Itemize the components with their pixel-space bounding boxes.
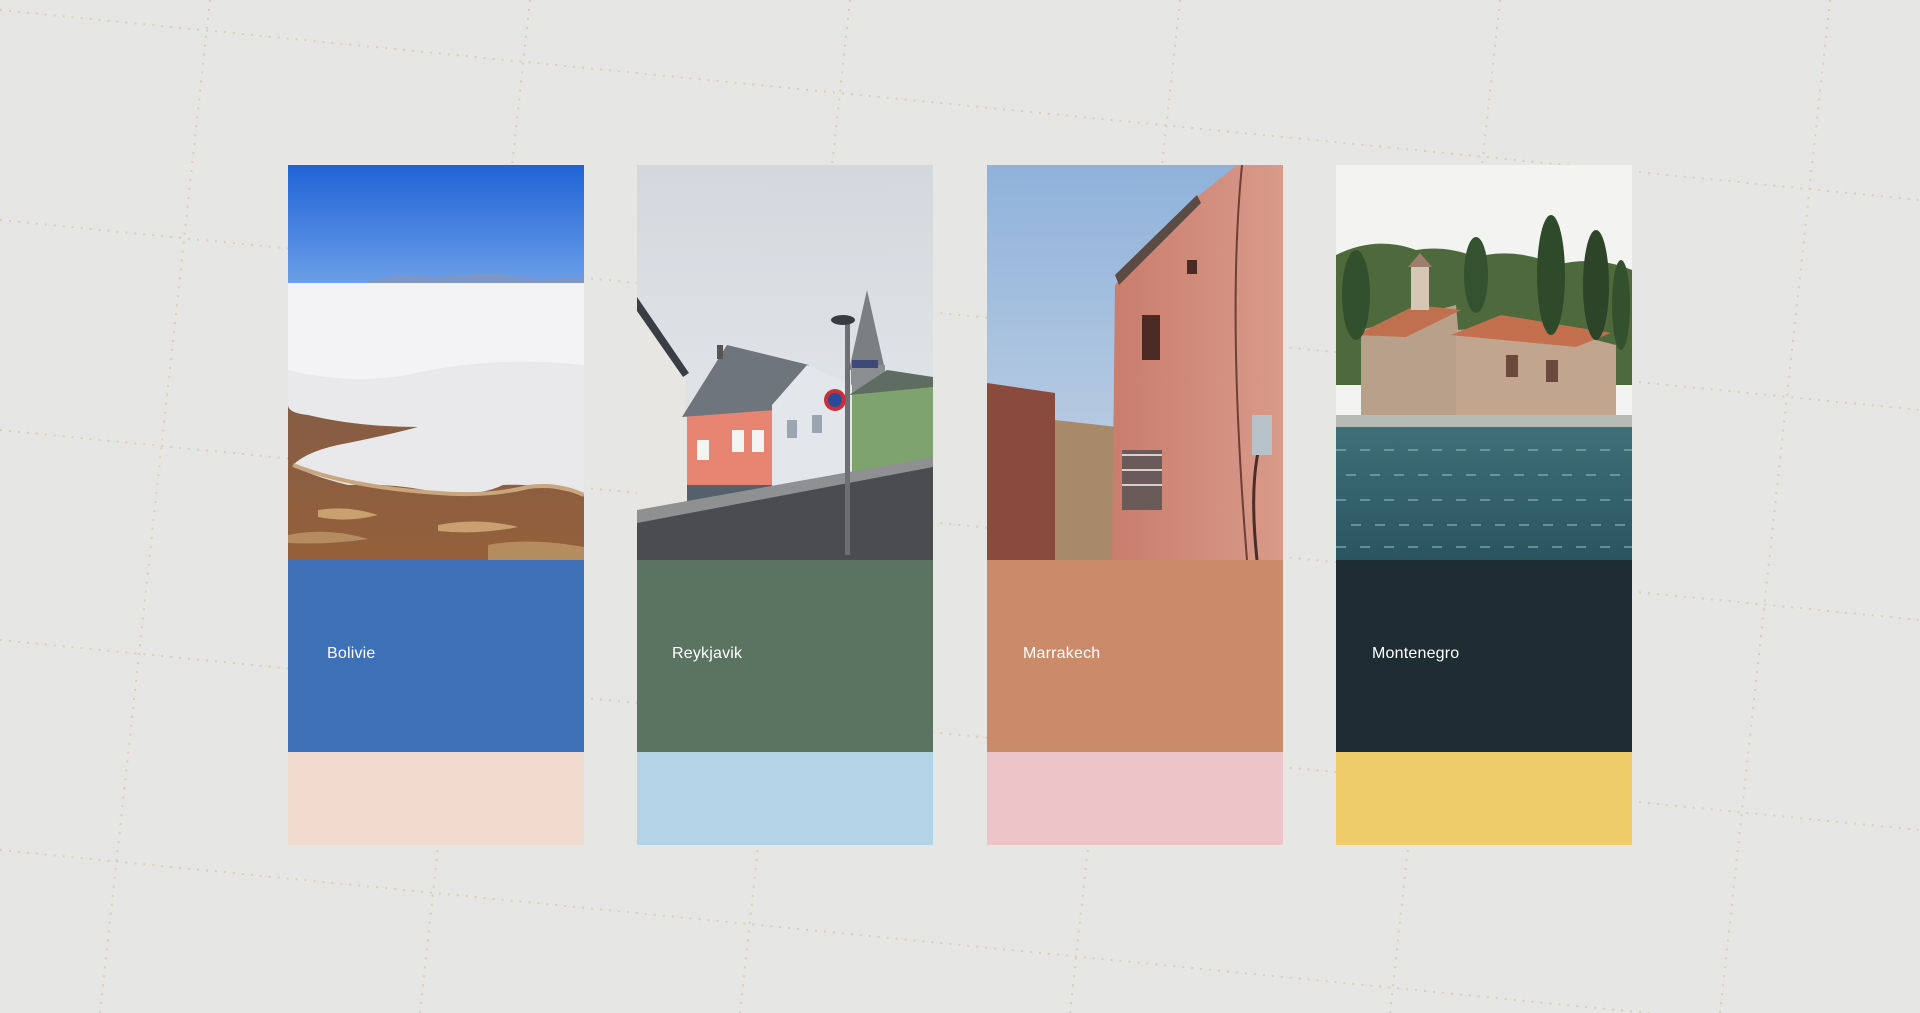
main-color-swatch[interactable]: Reykjavik bbox=[637, 560, 933, 752]
main-color-swatch[interactable]: Bolivie bbox=[288, 560, 584, 752]
palette-card-montenegro[interactable]: Montenegro bbox=[1336, 165, 1632, 845]
island-church-photo bbox=[1336, 165, 1632, 560]
palette-card-marrakech[interactable]: Marrakech bbox=[987, 165, 1283, 845]
palette-name: Marrakech bbox=[1023, 645, 1101, 662]
accent-color-swatch[interactable] bbox=[637, 752, 933, 845]
pink-building-photo bbox=[987, 165, 1283, 560]
accent-color-swatch[interactable] bbox=[1336, 752, 1632, 845]
accent-color-swatch[interactable] bbox=[987, 752, 1283, 845]
main-color-swatch[interactable]: Marrakech bbox=[987, 560, 1283, 752]
salt-flat-photo bbox=[288, 165, 584, 560]
palette-name: Bolivie bbox=[327, 645, 376, 662]
palette-name: Reykjavik bbox=[672, 645, 743, 662]
accent-color-swatch[interactable] bbox=[288, 752, 584, 845]
street-houses-photo bbox=[637, 165, 933, 560]
main-color-swatch[interactable]: Montenegro bbox=[1336, 560, 1632, 752]
palette-card-reykjavik[interactable]: Reykjavik bbox=[637, 165, 933, 845]
palette-card-bolivie[interactable]: Bolivie bbox=[288, 165, 584, 845]
palette-name: Montenegro bbox=[1372, 645, 1460, 662]
